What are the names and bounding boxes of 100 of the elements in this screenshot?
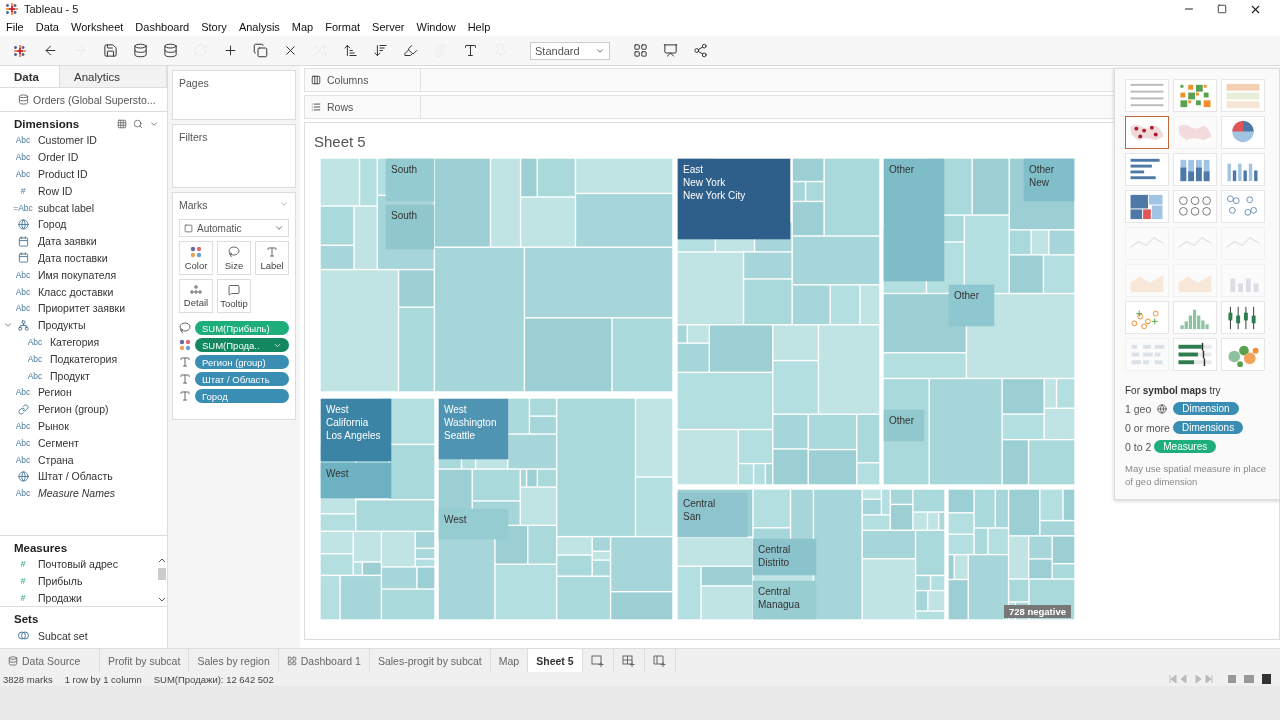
datasource-name[interactable]: Orders (Global Supersto... [33,93,156,106]
menu-item[interactable]: File [6,21,24,33]
field-name[interactable]: subcat label [38,201,95,214]
menu-item[interactable]: Server [372,21,405,33]
requirement-pill: Dimensions [1172,421,1244,434]
field-name[interactable]: Имя покупателя [38,268,117,281]
treemap-cell[interactable]: South [385,204,435,250]
type-icon: # [14,185,32,196]
menu-item[interactable]: Dashboard [135,21,190,33]
field-name[interactable]: Регион (group) [38,403,109,416]
type-icon: Abc [14,152,32,163]
type-icon: Abc [14,303,32,314]
field-name[interactable]: Рынок [38,419,69,432]
section-title: Sets [14,613,39,626]
field-name[interactable]: Subcat set [38,629,88,642]
field-name[interactable]: Штат / Область [38,470,113,483]
number-icon: # [14,592,32,603]
type-icon: Abc [14,135,32,146]
field-name[interactable]: Продукт [50,369,90,382]
sheet-tab[interactable]: Sheet 5 [528,649,583,672]
marks-card-button[interactable]: Size [217,241,251,275]
requirement-pill: Dimension [1173,402,1239,415]
type-icon: Abc [14,437,32,448]
window-title: Tableau - 5 [24,3,80,15]
shelf-title: Pages [179,77,209,89]
menu-item[interactable]: Map [291,21,314,33]
type-icon: Abc [14,286,32,297]
field-name[interactable]: Product ID [38,168,88,180]
field-pill[interactable]: Штат / Область [195,372,289,386]
marks-card-button[interactable]: Tooltip [217,279,251,313]
shelf-title: Marks [179,199,208,211]
status-text: SUM(Продажи): 12 642 502 [153,673,274,685]
field-name[interactable]: Почтовый адрес [38,558,118,571]
treemap-cell[interactable]: Central Managua [752,580,817,620]
field-name[interactable]: Measure Names [38,487,116,500]
requirement-pill: Measures [1154,440,1217,453]
field-pill[interactable]: Регион (group) [195,355,289,369]
type-icon: Abc [26,370,44,381]
marks-card-button[interactable]: Color [179,241,213,275]
requirement-label: 0 or more [1125,421,1170,434]
type-icon: Abc [14,269,32,280]
menu-item[interactable]: Window [416,21,456,33]
section-title: Measures [14,541,68,554]
field-name[interactable]: Дата поставки [38,251,108,264]
rows-shelf-label: Rows [321,96,421,118]
number-icon: # [14,559,32,570]
section-title: Dimensions [14,118,80,130]
pane-tab[interactable]: Analytics [60,66,167,87]
type-icon: Abc [26,336,44,347]
treemap-cell[interactable]: Central Distrito [752,538,817,576]
menu-item[interactable]: Story [201,21,227,33]
type-icon: Abc [26,353,44,364]
type-icon: Abc [14,420,32,431]
field-name[interactable]: Продукты [38,319,86,332]
treemap-cell[interactable]: Other [948,284,995,327]
type-icon: Abc [14,387,32,398]
field-name[interactable]: Город [38,218,67,231]
treemap-cell[interactable]: South [385,158,435,202]
field-name[interactable]: Страна [38,453,74,466]
field-name[interactable]: Категория [50,335,100,348]
field-name[interactable]: Дата заявки [38,235,97,248]
treemap-cell[interactable]: Other [883,158,945,282]
field-name[interactable]: Регион [38,386,72,399]
field-name[interactable]: Приоритет заявки [38,302,126,315]
treemap-cell[interactable]: West [438,508,509,540]
show-me-note: May use spatial measure in place of geo dimension [1125,463,1267,489]
shelf-title: Filters [179,131,208,143]
field-name[interactable]: Класс доставки [38,285,114,298]
menu-item[interactable]: Analysis [238,21,280,33]
fit-dropdown[interactable]: Standard [530,41,610,60]
menu-item[interactable]: Help [467,21,491,33]
field-name[interactable]: Подкатегория [50,352,118,365]
treemap-cell[interactable]: East New York New York City [677,158,791,240]
field-name[interactable]: Сегмент [38,436,79,449]
marks-card-button[interactable]: Label [255,241,289,275]
treemap-cell[interactable]: West California Los Angeles [320,398,392,462]
number-icon: # [14,576,32,586]
field-pill[interactable]: SUM(Прода.. [195,338,289,352]
field-name[interactable]: Order ID [38,151,79,164]
menu-item[interactable]: Worksheet [71,21,124,33]
field-pill[interactable]: Город [195,389,289,403]
requirement-label: 1 geo [1125,402,1152,415]
marks-card-button[interactable]: Detail [179,279,213,313]
type-icon: Abc [14,488,32,499]
type-icon: Abc [14,454,32,465]
mark-type-dropdown[interactable]: Automatic [179,219,289,237]
field-name[interactable]: Прибыль [38,575,83,587]
status-text: 3828 marks [3,673,53,685]
field-name[interactable]: Customer ID [38,134,97,147]
menu-item[interactable]: Data [35,21,59,33]
menu-item[interactable]: Format [325,21,361,33]
treemap-cell[interactable]: Other [883,409,925,442]
treemap-cell[interactable]: Central San [677,492,748,538]
type-icon: Abc [14,169,32,179]
sheet-title: Sheet 5 [314,133,367,150]
treemap-cell[interactable]: Other New [1023,158,1075,202]
requirement-label: 0 to 2 [1125,440,1152,453]
field-name[interactable]: Row ID [38,184,73,197]
show-me-hint: For symbol maps try [1125,385,1222,396]
field-name[interactable]: Продажи [38,591,82,604]
